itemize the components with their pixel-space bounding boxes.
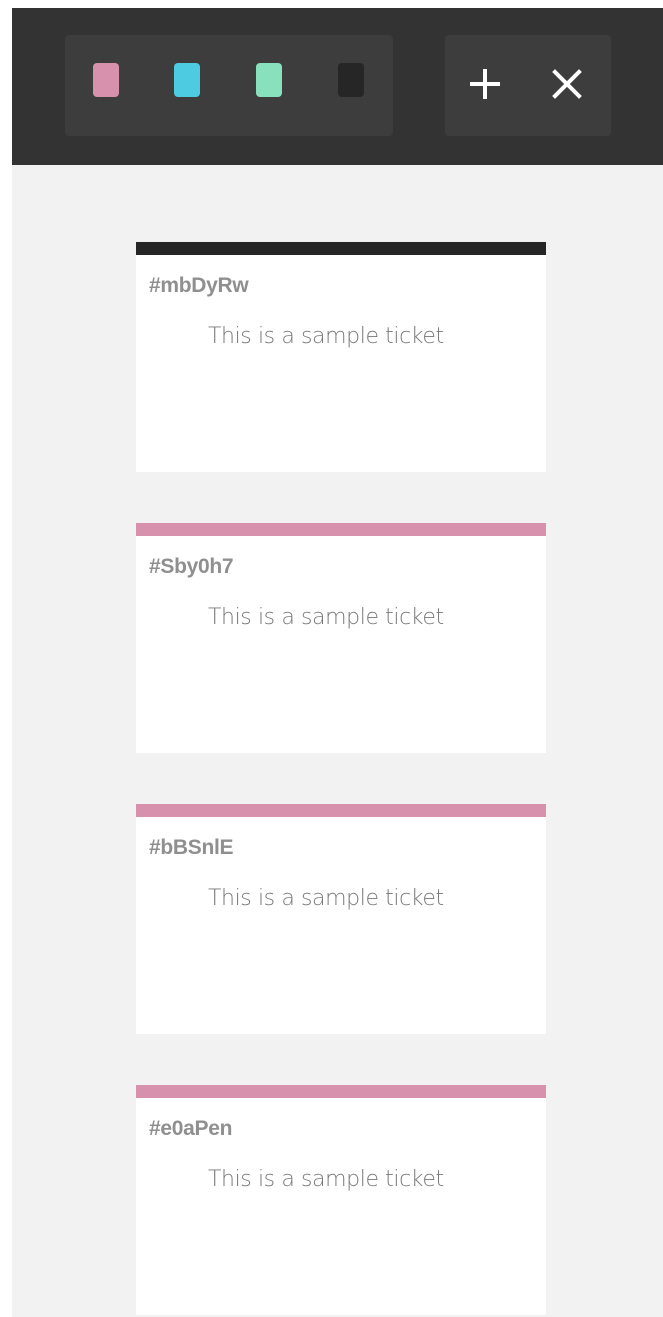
close-icon bbox=[552, 69, 582, 99]
color-filter-group bbox=[65, 35, 393, 136]
ticket-text[interactable]: This is a sample ticket bbox=[208, 1167, 444, 1192]
ticket-id: #bBSnlE bbox=[149, 836, 234, 859]
ticket-card[interactable]: #mbDyRw This is a sample ticket bbox=[136, 242, 546, 472]
ticket-card[interactable]: #Sby0h7 This is a sample ticket bbox=[136, 523, 546, 753]
action-group bbox=[445, 35, 611, 136]
ticket-text[interactable]: This is a sample ticket bbox=[208, 886, 444, 911]
ticket-id: #mbDyRw bbox=[149, 274, 249, 297]
ticket-text[interactable]: This is a sample ticket bbox=[208, 324, 444, 349]
add-ticket-button[interactable] bbox=[463, 62, 507, 106]
ticket-color-bar bbox=[136, 242, 546, 255]
ticket-color-bar bbox=[136, 1085, 546, 1098]
delete-mode-button[interactable] bbox=[545, 62, 589, 106]
ticket-text[interactable]: This is a sample ticket bbox=[208, 605, 444, 630]
ticket-board: #mbDyRw This is a sample ticket #Sby0h7 … bbox=[12, 165, 663, 1317]
toolbar bbox=[12, 8, 663, 165]
ticket-card[interactable]: #bBSnlE This is a sample ticket bbox=[136, 804, 546, 1034]
ticket-card[interactable]: #e0aPen This is a sample ticket bbox=[136, 1085, 546, 1315]
color-swatch-black[interactable] bbox=[338, 63, 364, 97]
ticket-id: #Sby0h7 bbox=[149, 555, 234, 578]
color-swatch-mint[interactable] bbox=[256, 63, 282, 97]
ticket-color-bar bbox=[136, 523, 546, 536]
ticket-id: #e0aPen bbox=[149, 1117, 233, 1140]
ticket-color-bar bbox=[136, 804, 546, 817]
color-swatch-pink[interactable] bbox=[93, 63, 119, 97]
color-swatch-cyan[interactable] bbox=[174, 63, 200, 97]
plus-icon bbox=[470, 69, 500, 99]
